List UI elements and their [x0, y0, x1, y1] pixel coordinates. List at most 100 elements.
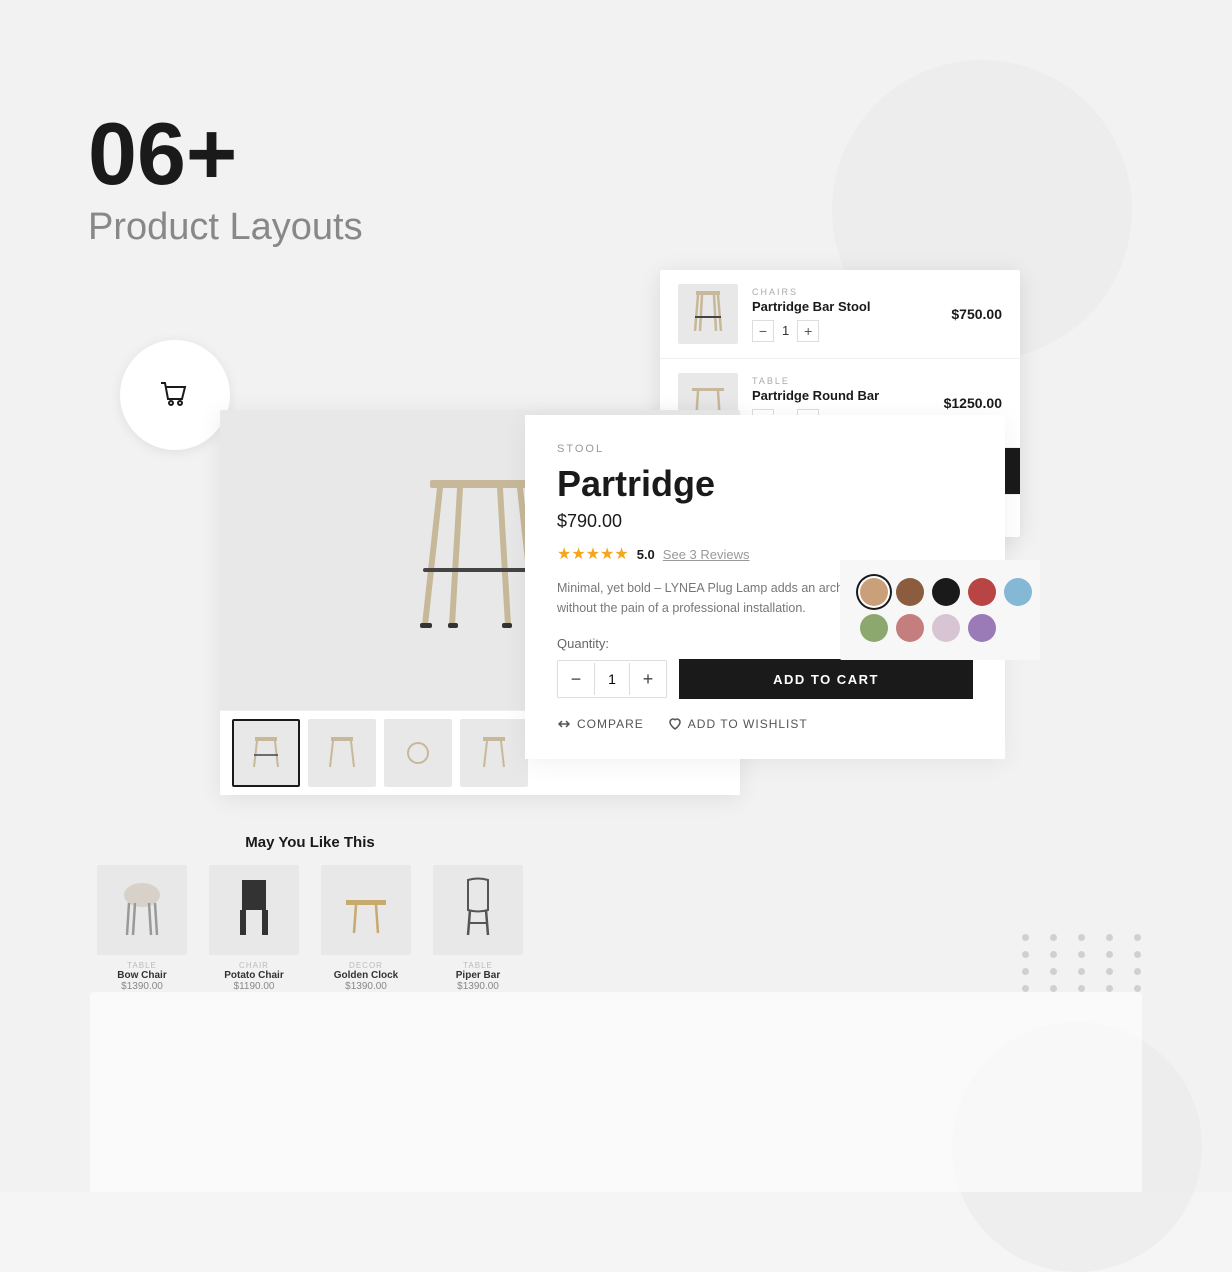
cart-icon: [153, 373, 197, 417]
bow-chair-icon: [117, 875, 167, 945]
stool-icon-small-1: [690, 289, 726, 339]
may-like-price-3: $1390.00: [345, 981, 387, 992]
dot: [1134, 985, 1141, 992]
dot: [1022, 985, 1029, 992]
dot: [1078, 951, 1085, 958]
dot: [1134, 968, 1141, 975]
thumb-icon-2: [327, 733, 357, 773]
may-like-image-4: [433, 865, 523, 955]
dots-decoration: [1022, 934, 1152, 992]
star-rating: ★★★★★: [557, 544, 629, 564]
dot: [1078, 985, 1085, 992]
rating-reviews[interactable]: See 3 Reviews: [663, 547, 750, 562]
may-like-name-2: Potato Chair: [224, 970, 283, 981]
add-to-cart-button[interactable]: ADD TO CART: [679, 659, 973, 699]
dot: [1106, 968, 1113, 975]
dot: [1134, 951, 1141, 958]
dot: [1022, 951, 1029, 958]
cart-qty-num-1: 1: [782, 323, 789, 338]
cart-item-price-1: $750.00: [951, 306, 1002, 322]
dot: [1050, 934, 1057, 941]
product-price: $790.00: [557, 511, 973, 532]
dot: [1078, 934, 1085, 941]
thumb-icon-3: [403, 733, 433, 773]
may-like-price-1: $1390.00: [121, 981, 163, 992]
dot: [1022, 968, 1029, 975]
swatches-grid: [860, 578, 1020, 642]
thumbnail-4[interactable]: [460, 719, 528, 787]
cart-icon-circle[interactable]: [120, 340, 230, 450]
hero-number: 06+: [88, 110, 363, 198]
thumbnail-2[interactable]: [308, 719, 376, 787]
swatch-lavender-light[interactable]: [932, 614, 960, 642]
piper-bar-icon: [458, 875, 498, 945]
may-like-price-4: $1390.00: [457, 981, 499, 992]
cart-item-price-2: $1250.00: [944, 395, 1002, 411]
may-like-price-2: $1190.00: [234, 981, 275, 992]
may-like-title: May You Like This: [90, 834, 530, 851]
swatch-black[interactable]: [932, 578, 960, 606]
may-like-grid: TABLE Bow Chair $1390.00 CHAIR Potato Ch…: [90, 865, 530, 992]
swatch-blue[interactable]: [1004, 578, 1032, 606]
dot: [1078, 968, 1085, 975]
dot: [1050, 968, 1057, 975]
may-like-cat-3: DECOR: [349, 961, 383, 970]
wishlist-label: ADD TO WISHLIST: [688, 717, 808, 731]
cart-item-name-2: Partridge Round Bar: [752, 388, 930, 403]
hero-subtitle: Product Layouts: [88, 206, 363, 249]
product-category: STOOL: [557, 443, 973, 455]
cart-item-name-1: Partridge Bar Stool: [752, 299, 937, 314]
swatch-red[interactable]: [968, 578, 996, 606]
quantity-control: − 1 +: [557, 660, 667, 698]
cart-qty-minus-1[interactable]: −: [752, 320, 774, 342]
may-like-cat-1: TABLE: [127, 961, 157, 970]
swatch-rose[interactable]: [896, 614, 924, 642]
cart-item-category-1: CHAIRS: [752, 287, 937, 297]
may-like-item[interactable]: TABLE Piper Bar $1390.00: [426, 865, 530, 992]
may-like-cat-2: CHAIR: [239, 961, 269, 970]
compare-link[interactable]: COMPARE: [557, 717, 644, 731]
may-like-image-1: [97, 865, 187, 955]
may-like-image-2: [209, 865, 299, 955]
swatch-tan[interactable]: [860, 578, 888, 606]
cart-item-image-1: [678, 284, 738, 344]
cart-qty-plus-1[interactable]: +: [797, 320, 819, 342]
swatch-green[interactable]: [860, 614, 888, 642]
may-like-name-3: Golden Clock: [334, 970, 398, 981]
dot: [1106, 951, 1113, 958]
may-like-name-1: Bow Chair: [117, 970, 166, 981]
swatch-brown[interactable]: [896, 578, 924, 606]
may-like-item[interactable]: CHAIR Potato Chair $1190.00: [202, 865, 306, 992]
thumbnail-3[interactable]: [384, 719, 452, 787]
cart-qty-row-1: − 1 +: [752, 320, 937, 342]
product-name: Partridge: [557, 463, 973, 505]
dot: [1050, 985, 1057, 992]
wishlist-link[interactable]: ADD TO WISHLIST: [668, 717, 808, 731]
may-like-item[interactable]: TABLE Bow Chair $1390.00: [90, 865, 194, 992]
may-you-like-section: May You Like This TABLE Bow Chair $1390.…: [90, 834, 530, 992]
cart-item-details-1: CHAIRS Partridge Bar Stool − 1 +: [752, 287, 937, 342]
dot: [1022, 934, 1029, 941]
wishlist-icon: [668, 717, 682, 731]
hero-section: 06+ Product Layouts: [88, 110, 363, 249]
may-like-image-3: [321, 865, 411, 955]
thumbnail-1[interactable]: [232, 719, 300, 787]
compare-icon-product: [557, 717, 571, 731]
dot: [1106, 985, 1113, 992]
may-like-item[interactable]: DECOR Golden Clock $1390.00: [314, 865, 418, 992]
bottom-decorative-panel: [90, 992, 1142, 1192]
quantity-row: − 1 + ADD TO CART: [557, 659, 973, 699]
cart-item-category-2: TABLE: [752, 376, 930, 386]
swatch-purple[interactable]: [968, 614, 996, 642]
quantity-plus-button[interactable]: +: [630, 661, 666, 697]
thumb-icon-4: [479, 733, 509, 773]
cart-item: CHAIRS Partridge Bar Stool − 1 + $750.00: [660, 270, 1020, 359]
color-swatches-panel: [840, 560, 1040, 660]
compare-label: COMPARE: [577, 717, 644, 731]
rating-score: 5.0: [637, 547, 655, 562]
dot: [1050, 951, 1057, 958]
quantity-minus-button[interactable]: −: [558, 661, 594, 697]
dot: [1134, 934, 1141, 941]
may-like-name-4: Piper Bar: [456, 970, 500, 981]
may-like-cat-4: TABLE: [463, 961, 493, 970]
